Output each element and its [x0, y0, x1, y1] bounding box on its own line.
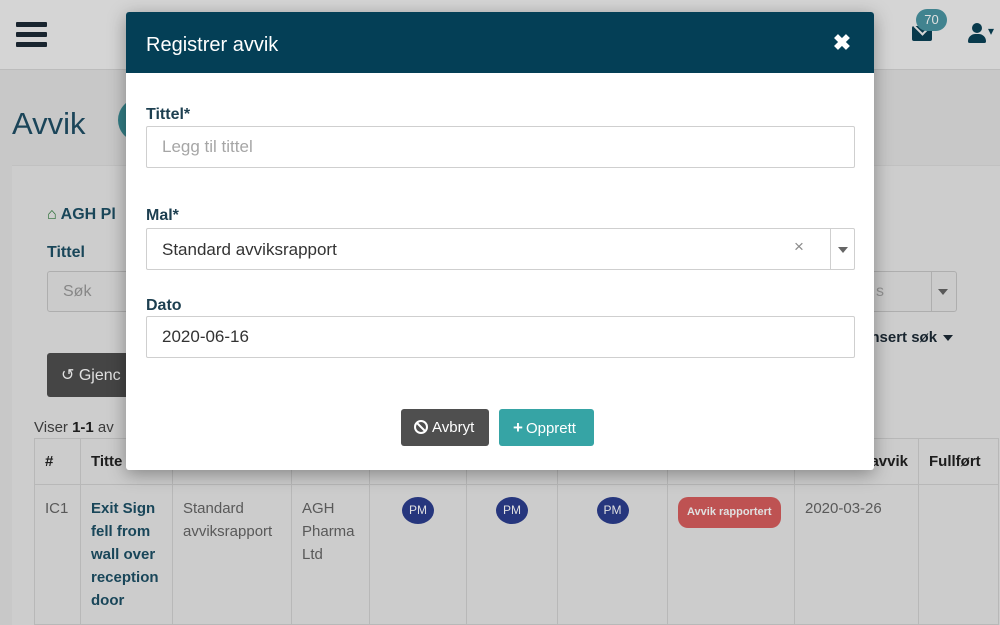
cancel-label: Avbryt [432, 419, 475, 436]
title-input[interactable] [146, 126, 855, 168]
template-field-label: Mal* [146, 207, 179, 224]
dialog-header: Registrer avvik ✖ [126, 12, 874, 73]
create-label: Opprett [525, 420, 576, 437]
date-field-label: Dato [146, 297, 182, 314]
select-divider [830, 229, 831, 269]
dialog-title: Registrer avvik [146, 34, 279, 56]
dropdown-arrow-icon[interactable] [838, 247, 848, 253]
register-incident-dialog: Registrer avvik ✖ Tittel* Mal* Standard … [126, 12, 874, 470]
close-icon[interactable]: ✖ [828, 29, 856, 57]
ban-icon [414, 420, 428, 434]
plus-icon: + [513, 418, 523, 437]
date-input[interactable] [146, 316, 855, 358]
clear-icon[interactable]: × [791, 237, 807, 257]
template-select-value: Standard avviksrapport [162, 240, 337, 259]
template-select[interactable]: Standard avviksrapport × [146, 228, 855, 270]
create-button[interactable]: + Opprett [499, 409, 594, 446]
title-field-label: Tittel* [146, 106, 191, 123]
cancel-button[interactable]: Avbryt [401, 409, 489, 446]
